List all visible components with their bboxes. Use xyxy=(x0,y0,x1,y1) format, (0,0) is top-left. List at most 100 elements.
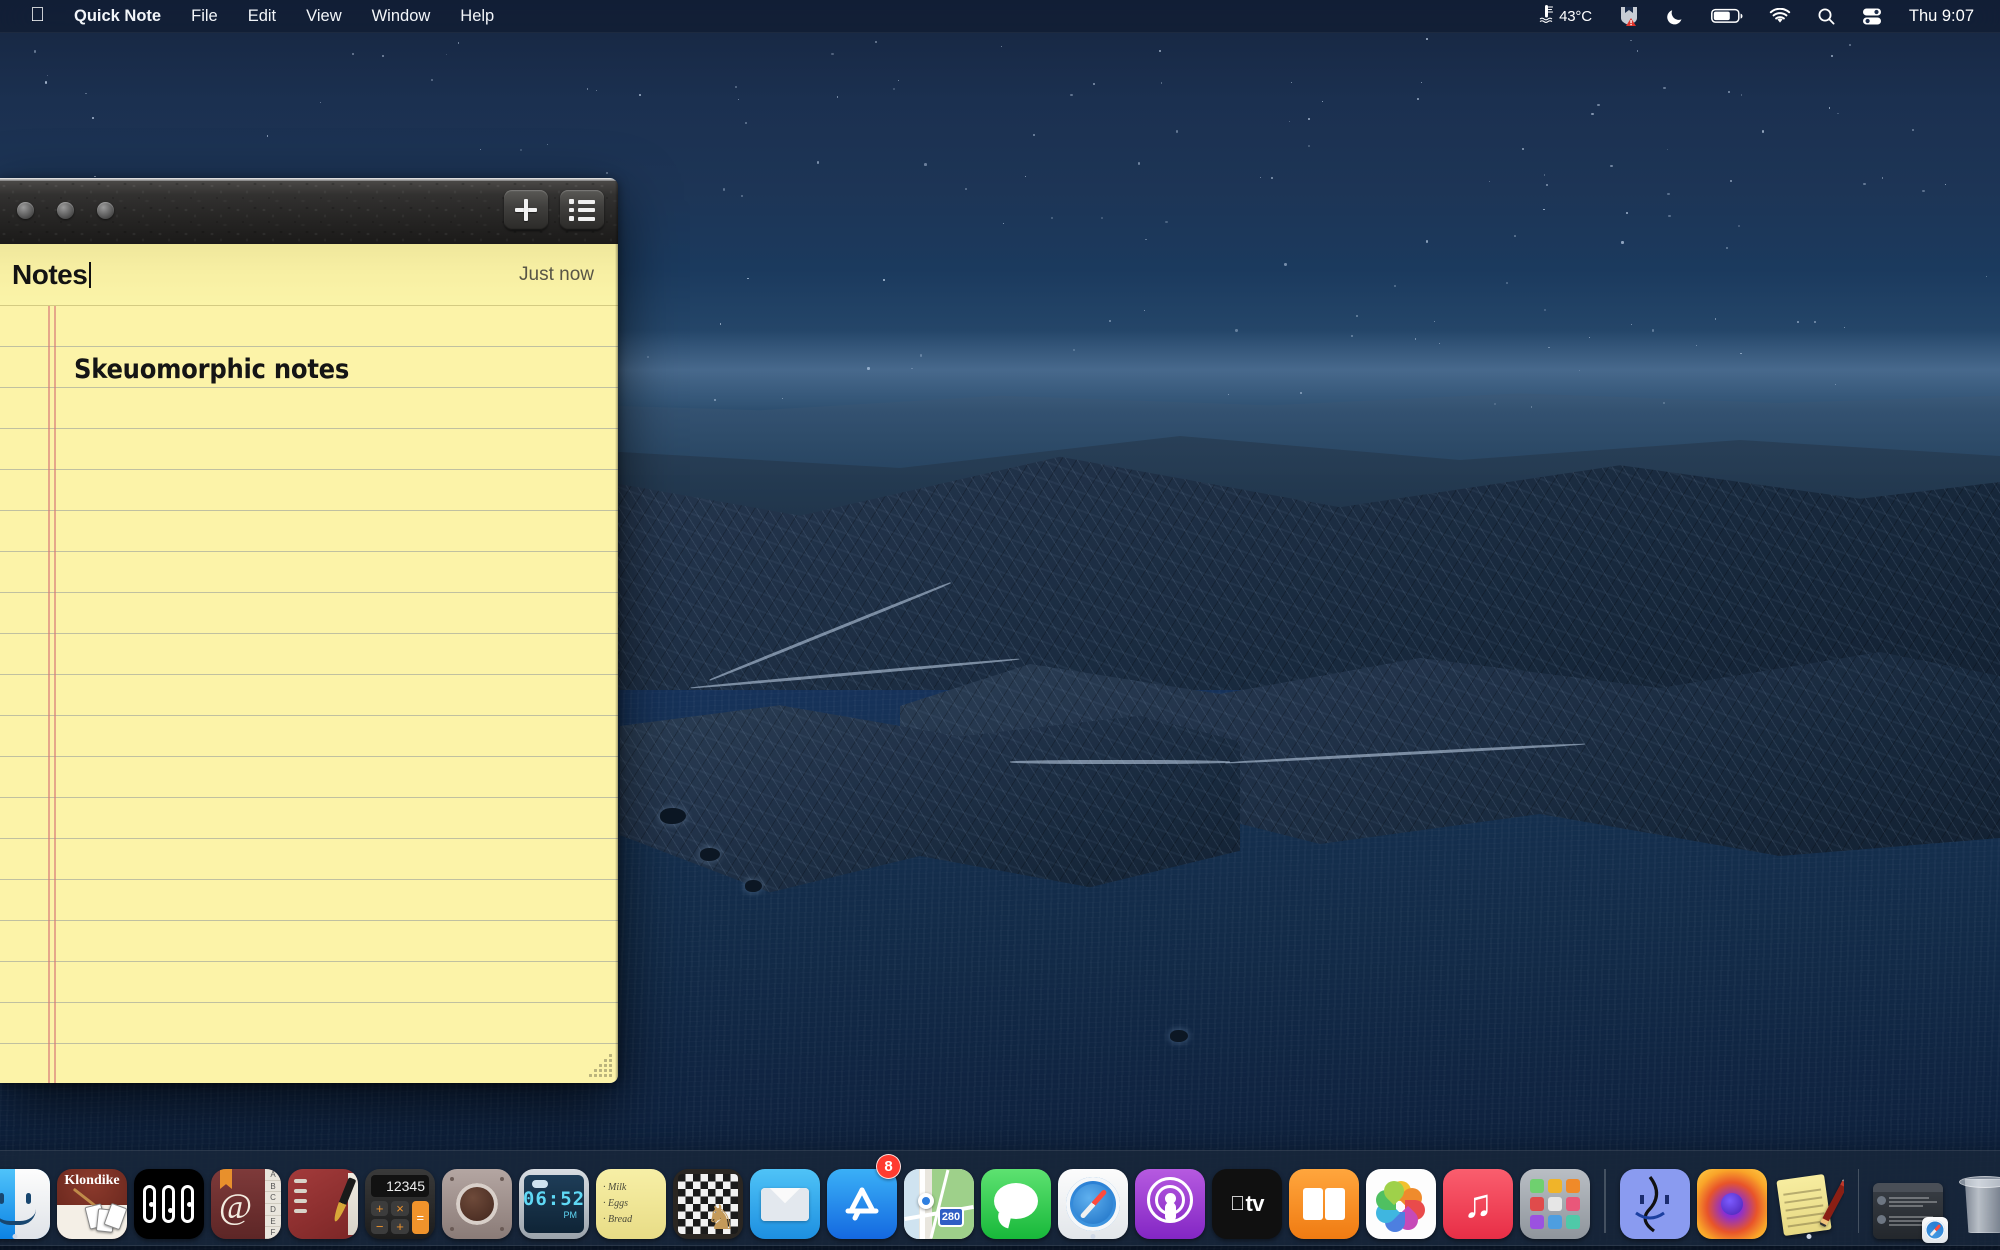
dock-item-weather-clock[interactable]: 06:52 PM xyxy=(518,1157,590,1239)
dock-item-books[interactable] xyxy=(1288,1157,1360,1239)
shield-warning-icon[interactable] xyxy=(1605,5,1653,27)
dock-item-firefox[interactable] xyxy=(1696,1157,1768,1239)
star xyxy=(47,75,48,76)
menu-item-help[interactable]: Help xyxy=(445,4,509,29)
dock-item-klondike[interactable]: Klondike xyxy=(56,1157,128,1239)
music-icon: ♫ xyxy=(1443,1169,1513,1239)
star xyxy=(45,81,47,83)
trash-icon xyxy=(1950,1169,2000,1239)
dock-item-journal[interactable] xyxy=(287,1157,359,1239)
sticky-line-1: · Milk xyxy=(603,1182,626,1193)
star xyxy=(1945,184,1946,185)
dock-item-messages[interactable] xyxy=(980,1157,1052,1239)
margin-line-outer xyxy=(48,306,50,1083)
dock-item-maps[interactable]: 280 xyxy=(903,1157,975,1239)
finder-classic-icon xyxy=(1620,1169,1690,1239)
wallpaper-bridge xyxy=(1010,760,1230,764)
star xyxy=(1506,282,1508,284)
menu-bar-clock[interactable]: Thu 9:07 xyxy=(1896,7,1984,26)
contacts-icon: @ ABC DEF xyxy=(211,1169,281,1239)
note-body-text[interactable]: Skeuomorphic notes xyxy=(74,354,546,385)
star xyxy=(1849,44,1851,46)
resize-grip-icon[interactable] xyxy=(586,1051,612,1077)
star xyxy=(1417,98,1419,100)
dock-item-podcasts[interactable] xyxy=(1134,1157,1206,1239)
wifi-icon[interactable] xyxy=(1756,8,1804,25)
temperature-value: 43°C xyxy=(1559,8,1592,25)
menu-item-view[interactable]: View xyxy=(291,4,356,29)
menu-item-file[interactable]: File xyxy=(176,4,233,29)
dock-item-finder-classic[interactable] xyxy=(1619,1157,1691,1239)
text-cursor xyxy=(89,262,91,288)
at-symbol: @ xyxy=(219,1185,252,1227)
window-title-bar[interactable] xyxy=(0,178,618,244)
note-list-button[interactable] xyxy=(560,190,604,230)
new-note-button[interactable] xyxy=(504,190,548,230)
clock-meridiem: PM xyxy=(564,1210,578,1220)
close-button[interactable] xyxy=(17,202,34,219)
triple-zero-icon xyxy=(134,1169,204,1239)
menu-item-quick-note[interactable]: Quick Note xyxy=(59,4,176,29)
star xyxy=(1863,183,1865,185)
running-indicator xyxy=(13,1234,18,1239)
dock-item-apple-tv[interactable]: tv xyxy=(1211,1157,1283,1239)
menu-item-window[interactable]: Window xyxy=(357,4,446,29)
sticky-line-2: · Eggs xyxy=(603,1198,628,1209)
books-icon xyxy=(1289,1169,1359,1239)
dock-minimized-window[interactable] xyxy=(1872,1157,1944,1239)
margin-line-inner xyxy=(54,306,56,1083)
safari-icon xyxy=(1922,1217,1948,1243)
star xyxy=(1051,217,1052,218)
star xyxy=(1597,104,1599,106)
search-icon[interactable] xyxy=(1804,7,1849,26)
messages-icon xyxy=(981,1169,1051,1239)
dock-item-safari[interactable] xyxy=(1057,1157,1129,1239)
star xyxy=(1003,223,1004,224)
star xyxy=(267,135,269,137)
dock-item-quick-note[interactable] xyxy=(1773,1157,1845,1239)
plus-icon xyxy=(515,199,537,221)
dock-item-photos[interactable] xyxy=(1365,1157,1437,1239)
thermometer-icon xyxy=(1539,4,1554,28)
dock-item-contacts[interactable]: @ ABC DEF xyxy=(210,1157,282,1239)
battery-icon[interactable] xyxy=(1698,8,1756,24)
ruled-lines xyxy=(0,306,618,1083)
chess-icon: ♞ xyxy=(673,1169,743,1239)
star xyxy=(723,188,725,190)
star xyxy=(1070,94,1072,96)
star xyxy=(639,94,641,96)
quick-note-window[interactable]: Notes Just now Skeuomorphic notes xyxy=(0,178,618,1083)
star xyxy=(1762,130,1764,132)
moon-icon[interactable] xyxy=(1653,7,1698,26)
dock-item-stickies[interactable]: · Milk · Eggs · Bread xyxy=(595,1157,667,1239)
apple-logo-icon[interactable]:  xyxy=(16,5,59,25)
zoom-button[interactable] xyxy=(97,202,114,219)
dock-item-launchpad[interactable] xyxy=(1519,1157,1591,1239)
dock-item-triple-zero[interactable] xyxy=(133,1157,205,1239)
dock-item-mail[interactable] xyxy=(749,1157,821,1239)
star xyxy=(382,55,384,57)
dock-item-podcasts-dial[interactable] xyxy=(441,1157,513,1239)
note-title-field[interactable]: Notes xyxy=(12,259,91,291)
dock-item-trash[interactable] xyxy=(1949,1157,2000,1239)
podcasts-icon xyxy=(1135,1169,1205,1239)
temperature-status-item[interactable]: 43°C xyxy=(1526,4,1605,28)
dock-item-music[interactable]: ♫ xyxy=(1442,1157,1514,1239)
control-center-icon[interactable] xyxy=(1849,7,1896,26)
star xyxy=(1610,165,1612,167)
note-paper[interactable]: Notes Just now Skeuomorphic notes xyxy=(0,244,618,1083)
stickies-icon: · Milk · Eggs · Bread xyxy=(596,1169,666,1239)
minimize-button[interactable] xyxy=(57,202,74,219)
star xyxy=(85,93,86,94)
star xyxy=(1514,235,1516,237)
star xyxy=(1829,107,1830,108)
star xyxy=(1322,101,1323,102)
dock-item-chess[interactable]: ♞ xyxy=(672,1157,744,1239)
app-store-badge: 8 xyxy=(876,1154,901,1179)
dock-item-finder[interactable] xyxy=(0,1157,51,1239)
dock-separator-right xyxy=(1858,1169,1860,1233)
clock-time: 06:52 xyxy=(523,1188,585,1210)
menu-item-edit[interactable]: Edit xyxy=(233,4,291,29)
dock-item-app-store[interactable]: 8 xyxy=(826,1157,898,1239)
dock-item-calculator[interactable]: 12345 +×= −+ xyxy=(364,1157,436,1239)
